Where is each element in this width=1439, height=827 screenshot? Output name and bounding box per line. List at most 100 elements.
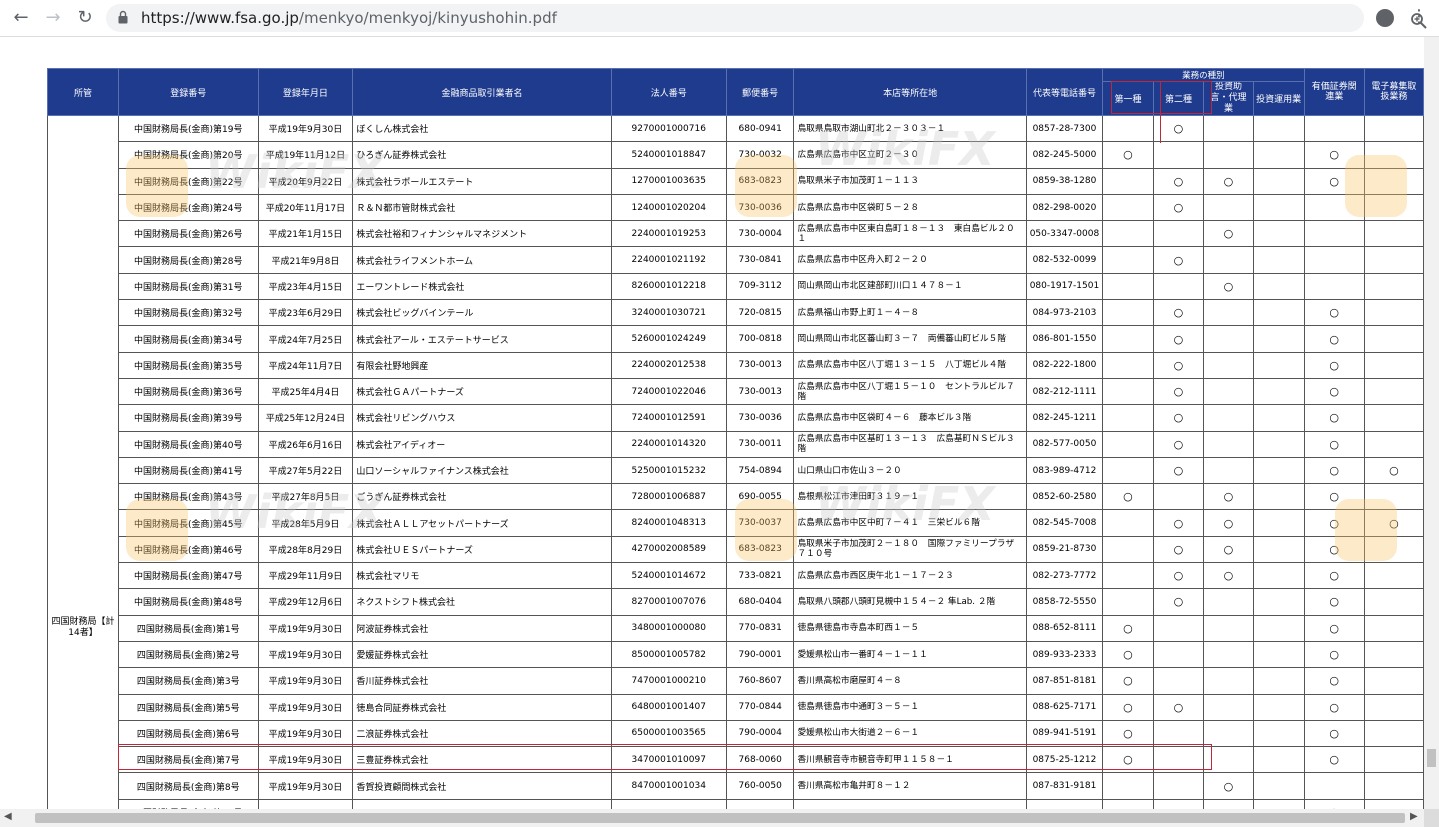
invest-mgmt-mark — [1252, 614, 1305, 642]
securities-mark — [1303, 272, 1365, 301]
securities-mark: ○ — [1303, 299, 1365, 327]
registration-number: 中国財務局長(金商)第48号 — [118, 588, 259, 616]
electronic-mark — [1363, 430, 1424, 458]
vertical-scrollbar[interactable] — [1424, 37, 1439, 809]
company-name — [352, 798, 612, 809]
company-name: 株式会社アール・エステートサービス — [352, 325, 612, 353]
scroll-left-icon[interactable]: ◀ — [4, 811, 12, 822]
address: 鳥取県米子市加茂町２－１８０ 国際ファミリープラザ７１０号 — [793, 535, 1027, 564]
phone-number: 089-941-5191 — [1025, 719, 1104, 748]
horizontal-scroll-thumb[interactable] — [35, 813, 1405, 823]
address: 広島県広島市中区袋町４－６ 藤本ビル３階 — [793, 404, 1027, 432]
company-name: 山口ソーシャルファイナンス株式会社 — [352, 456, 612, 485]
phone-number: 084-973-2103 — [1025, 299, 1104, 327]
header-electronic: 電子募集取扱業務 — [1363, 68, 1424, 116]
type2-mark — [1152, 272, 1205, 301]
registration-date: 平成19年9月30日 — [257, 772, 354, 800]
type1-mark — [1102, 772, 1154, 800]
registration-number: 中国財務局長(金商)第26号 — [118, 220, 259, 248]
address: 広島県広島市中区東白島町１８－１３ 東白島ビル２０１ — [793, 220, 1027, 248]
phone-number: 0852-60-2580 — [1025, 483, 1104, 511]
registration-date: 平成29年11月9日 — [257, 562, 354, 590]
securities-mark: ○ — [1303, 693, 1365, 721]
back-icon[interactable]: ← — [8, 6, 34, 30]
company-name: 株式会社ビッグバインテール — [352, 299, 612, 327]
table-row: 四国財務局長(金商)第6号 平成19年9月30日 二浪証券株式会社 650000100… — [48, 719, 1424, 748]
type2-mark: ○ — [1152, 193, 1205, 222]
address: 岡山県岡山市北区建部町川口１４７８－１ — [793, 272, 1027, 301]
company-name: 株式会社ライフメントホーム — [352, 246, 612, 274]
type1-mark — [1102, 798, 1154, 809]
type2-mark — [1152, 483, 1205, 511]
phone-number: 083-989-4712 — [1025, 456, 1104, 485]
phone-number: 082-577-0050 — [1025, 430, 1104, 458]
table-row: 四国財務局長(金商)第3号 平成19年9月30日 香川証券株式会社 747000100… — [48, 667, 1424, 695]
horizontal-scrollbar[interactable]: ◀ ▶ — [0, 809, 1424, 827]
corporate-number: 2240001014320 — [610, 430, 727, 458]
header-invest-mgmt: 投資運用業 — [1252, 81, 1305, 116]
watermark-text: WikiFX — [205, 145, 385, 199]
address-bar[interactable]: https://www.fsa.go.jp/menkyo/menkyoj/kin… — [106, 4, 1427, 32]
corporate-number: 2240001019253 — [610, 220, 727, 248]
header-address: 本店等所在地 — [793, 68, 1027, 116]
reload-icon[interactable]: ↻ — [72, 6, 98, 30]
registration-number: 四国財務局長(金商)第2号 — [118, 640, 259, 669]
registration-date: 平成19年9月30日 — [257, 614, 354, 642]
electronic-mark — [1363, 667, 1424, 695]
address: 広島県広島市中区舟入町２－２０ — [793, 246, 1027, 274]
corporate-number: 6480001001407 — [610, 693, 727, 721]
highlight-type-divider — [1160, 81, 1161, 143]
type1-mark — [1102, 535, 1154, 564]
registration-date: 平成19年9月30日 — [257, 719, 354, 748]
corporate-number: 7240001022046 — [610, 377, 727, 406]
invest-mgmt-mark — [1252, 114, 1305, 143]
invest-mgmt-mark — [1252, 272, 1305, 301]
address: 広島県広島市中区八丁堀１５－１０ セントラルビル７階 — [793, 377, 1027, 406]
registration-date: 平成24年11月7日 — [257, 351, 354, 379]
invest-mgmt-mark — [1252, 141, 1305, 169]
type2-mark: ○ — [1152, 167, 1205, 195]
invest-mgmt-mark — [1252, 299, 1305, 327]
registration-date: 平成21年1月15日 — [257, 220, 354, 248]
pdf-viewport[interactable]: 所管 登録番号 登録年月日 金融商品取引業者名 法人番号 郵便番号 本店等所在地… — [0, 37, 1424, 809]
type1-mark — [1102, 299, 1154, 327]
type1-mark — [1102, 430, 1154, 458]
invest-mgmt-mark — [1252, 772, 1305, 800]
corporate-number: 2240002012538 — [610, 351, 727, 379]
advisory-mark: ○ — [1203, 562, 1254, 590]
registration-number: 四国財務局長(金商)第3号 — [118, 667, 259, 695]
registration-number: 中国財務局長(金商)第40号 — [118, 430, 259, 458]
advisory-mark — [1203, 430, 1254, 458]
account-icon[interactable] — [1376, 9, 1394, 27]
shokan-cell: 四国財務局【計14者】 — [46, 615, 120, 809]
electronic-mark — [1363, 114, 1424, 143]
company-name: 有限会社野地興産 — [352, 351, 612, 379]
electronic-mark — [1363, 246, 1424, 274]
securities-mark: ○ — [1303, 798, 1365, 809]
menu-icon[interactable]: ⋮ — [1410, 6, 1428, 27]
corporate-number: 6500001003565 — [610, 719, 727, 748]
company-name: 株式会社ＡＬＬアセットパートナーズ — [352, 509, 612, 537]
securities-mark: ○ — [1303, 640, 1365, 669]
invest-mgmt-mark — [1252, 246, 1305, 274]
header-shokan: 所管 — [46, 68, 120, 116]
address: 広島県広島市中区袋町５－２８ — [793, 193, 1027, 222]
phone-number: 082-273-7772 — [1025, 562, 1104, 590]
phone-number: 0857-28-7300 — [1025, 114, 1104, 143]
registration-date: 平成19年9月30日 — [257, 667, 354, 695]
type1-mark — [1102, 588, 1154, 616]
type1-mark — [1102, 193, 1154, 222]
electronic-mark — [1363, 325, 1424, 353]
vertical-scroll-thumb[interactable] — [1427, 749, 1436, 767]
company-name: エーワントレード株式会社 — [352, 272, 612, 301]
electronic-mark — [1363, 798, 1424, 809]
type1-mark — [1102, 456, 1154, 485]
phone-number: 082-212-1111 — [1025, 377, 1104, 406]
forward-icon[interactable]: → — [40, 6, 66, 30]
company-name: 株式会社ラポールエステート — [352, 167, 612, 195]
company-name: 二浪証券株式会社 — [352, 719, 612, 748]
scroll-right-icon[interactable]: ▶ — [1410, 811, 1418, 822]
corporate-number: 7470001000210 — [610, 667, 727, 695]
advisory-mark — [1203, 193, 1254, 222]
table-row: 中国財務局長(金商)第19号 平成19年9月30日 ぼくしん株式会社 92700010… — [46, 114, 1424, 616]
